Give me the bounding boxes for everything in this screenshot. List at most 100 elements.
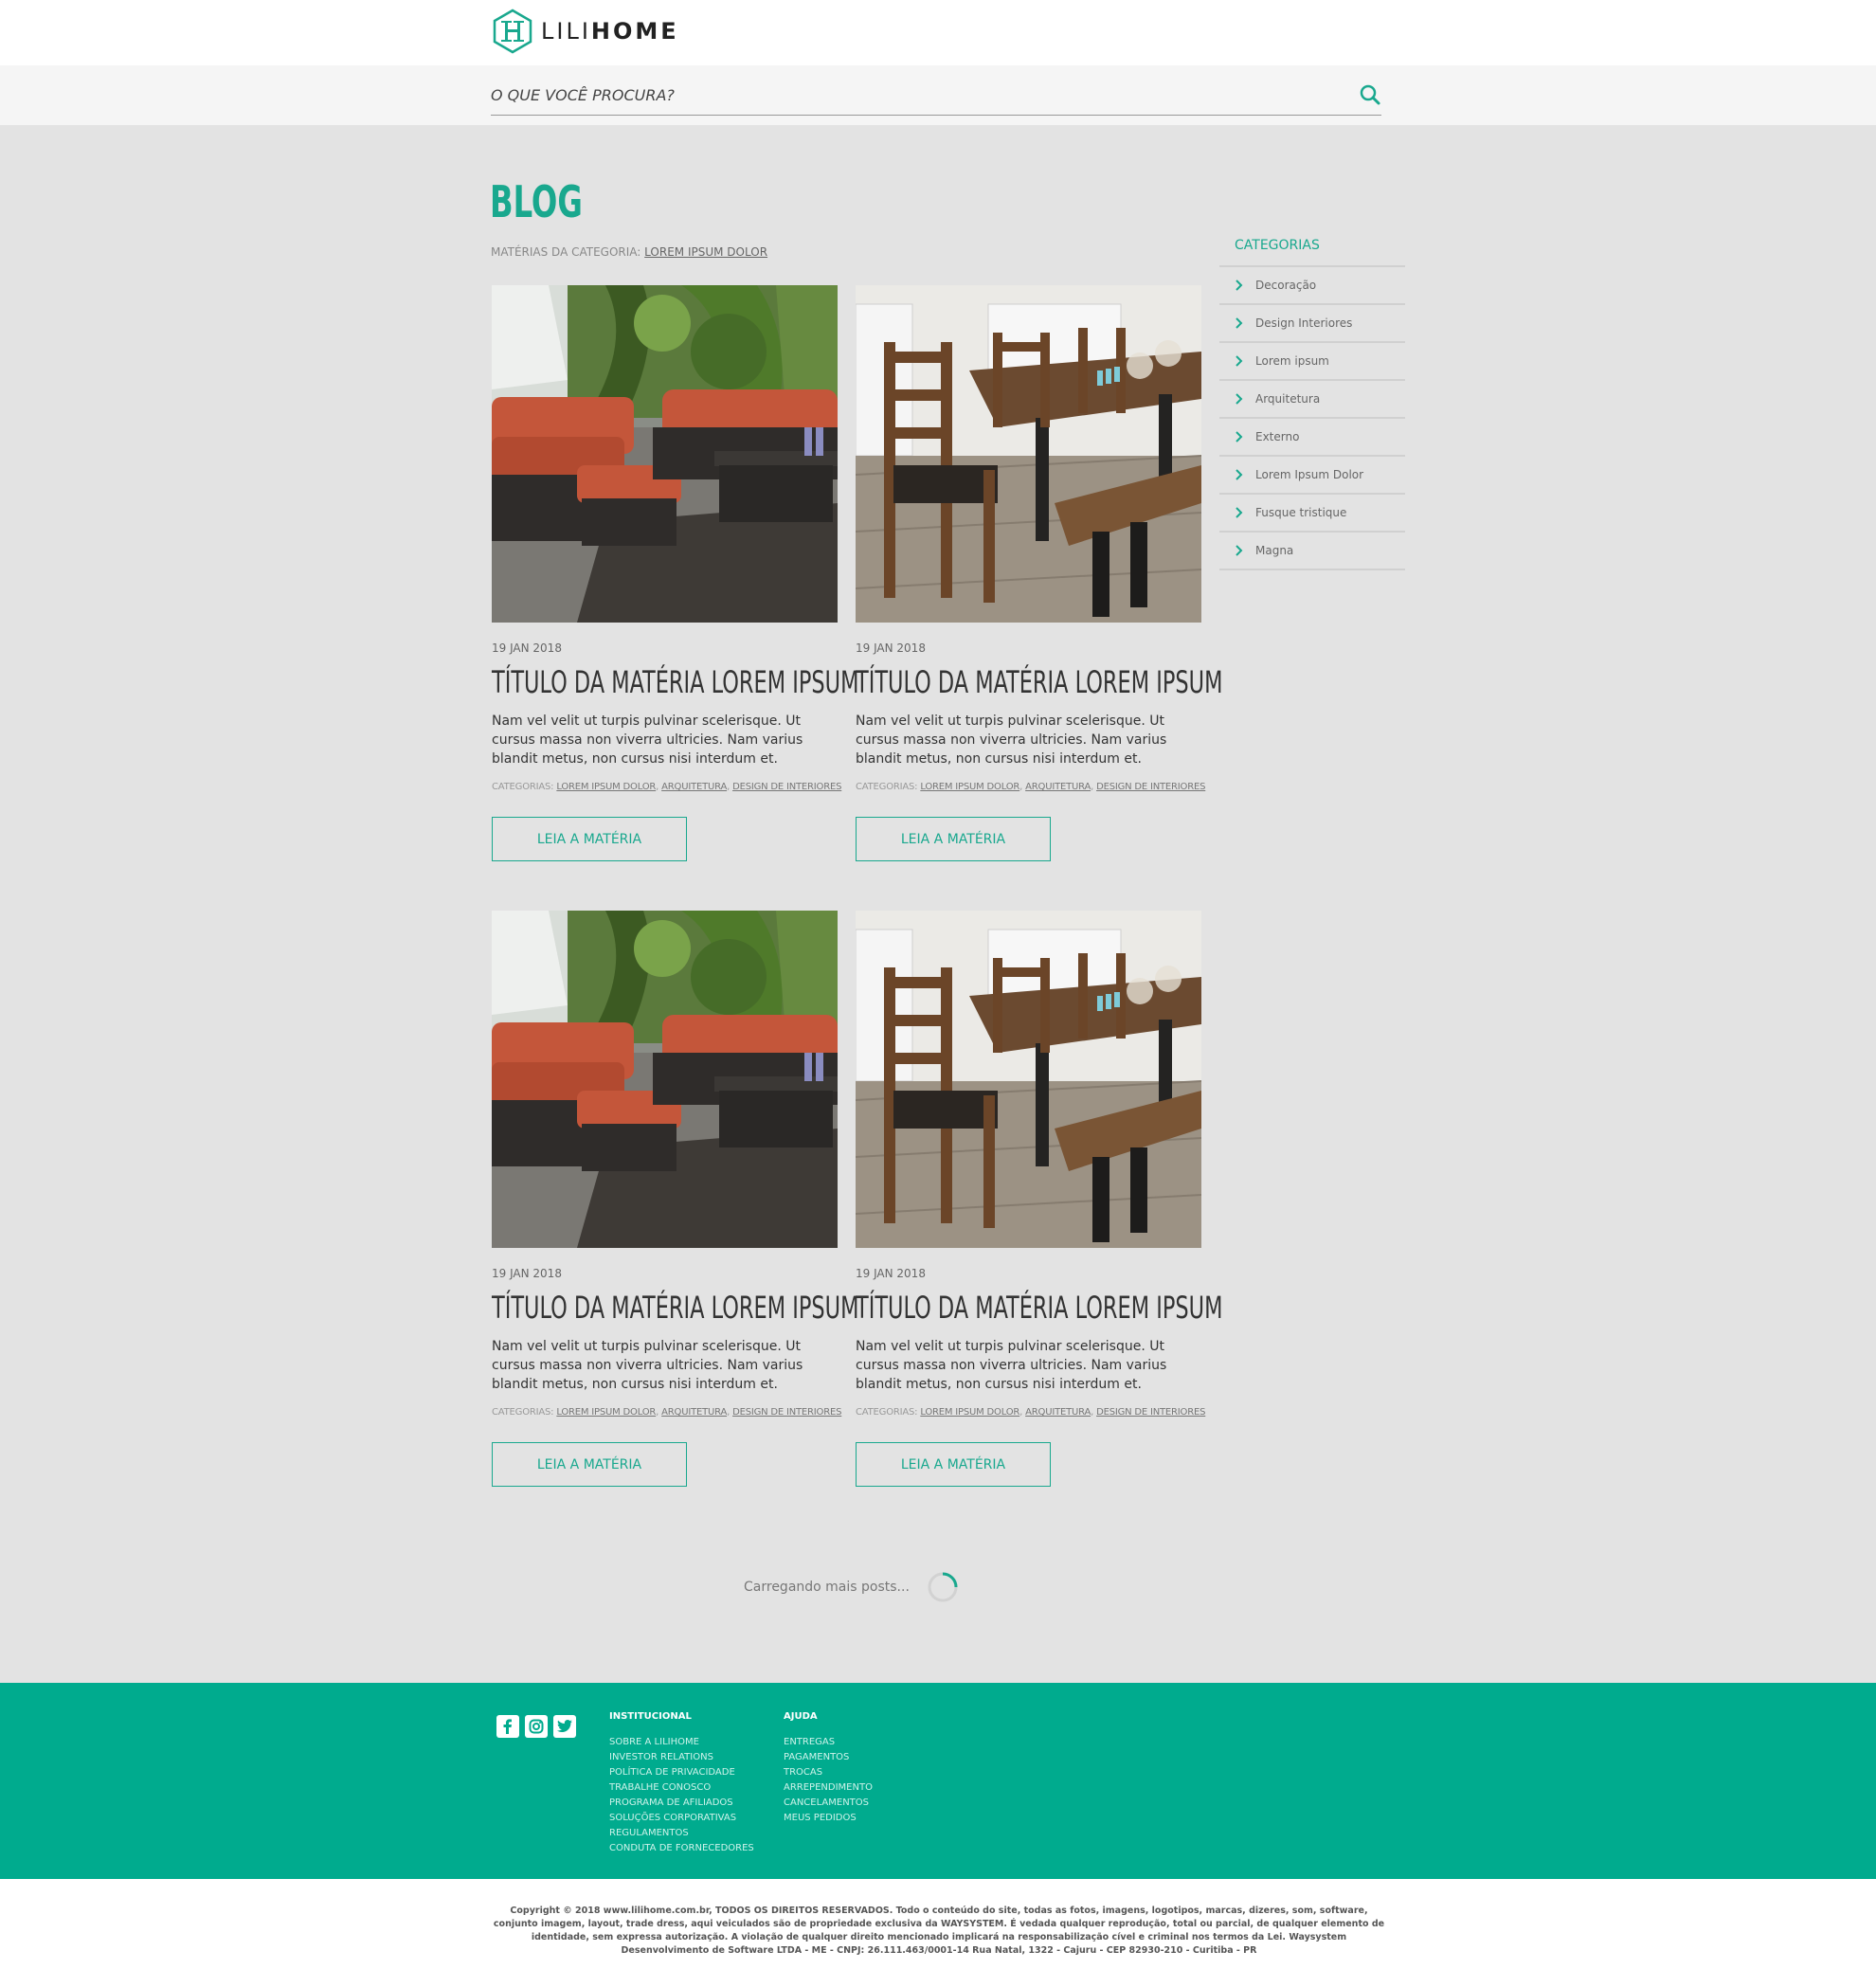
categories-sidebar: CATEGORIAS Decoração Design Interiores L… <box>1219 238 1405 570</box>
footer-col-title: INSTITUCIONAL <box>609 1711 692 1722</box>
post-excerpt: Nam vel velit ut turpis pulvinar sceleri… <box>856 1339 1167 1392</box>
post-category-link[interactable]: DESIGN DE INTERIORES <box>732 1407 841 1418</box>
read-article-button[interactable]: LEIA A MATÉRIA <box>492 1442 687 1487</box>
search-bar <box>0 65 1876 125</box>
post-categories: CATEGORIAS: LOREM IPSUM DOLOR, ARQUITETU… <box>492 1407 842 1418</box>
post-category-link[interactable]: LOREM IPSUM DOLOR <box>556 782 656 792</box>
footer-link[interactable]: PAGAMENTOS <box>784 1750 873 1765</box>
sidebar-item-label: Arquitetura <box>1255 392 1321 406</box>
sidebar-item-fusque-tristique[interactable]: Fusque tristique <box>1219 495 1405 533</box>
post-date: 19 JAN 2018 <box>492 641 562 655</box>
chevron-right-icon <box>1236 431 1243 443</box>
post-category-link[interactable]: LOREM IPSUM DOLOR <box>920 1407 1019 1418</box>
loader-text: Carregando mais posts... <box>744 1580 910 1595</box>
post-category-link[interactable]: DESIGN DE INTERIORES <box>1096 1407 1205 1418</box>
category-link[interactable]: LOREM IPSUM DOLOR <box>644 245 767 259</box>
post-title[interactable]: TÍTULO DA MATÉRIA LOREM IPSUM <box>856 664 1222 700</box>
chevron-right-icon <box>1236 469 1243 480</box>
post-card: 19 JAN 2018 TÍTULO DA MATÉRIA LOREM IPSU… <box>856 911 1222 1487</box>
post-image[interactable] <box>492 911 838 1248</box>
post-category-link[interactable]: ARQUITETURA <box>661 782 727 792</box>
post-category-link[interactable]: DESIGN DE INTERIORES <box>1096 782 1205 792</box>
social-links <box>496 1715 576 1738</box>
logo-text: LILIHOME <box>541 18 679 45</box>
search-icon[interactable] <box>1359 83 1381 106</box>
post-image[interactable] <box>856 285 1201 623</box>
chevron-right-icon <box>1236 317 1243 329</box>
instagram-icon[interactable] <box>525 1715 548 1738</box>
footer-link[interactable]: CONDUTA DE FORNECEDORES <box>609 1841 754 1856</box>
post-date: 19 JAN 2018 <box>492 1267 562 1280</box>
footer-link[interactable]: ENTREGAS <box>784 1735 873 1750</box>
twitter-icon[interactable] <box>553 1715 576 1738</box>
post-title[interactable]: TÍTULO DA MATÉRIA LOREM IPSUM <box>492 1290 858 1326</box>
post-image[interactable] <box>856 911 1201 1248</box>
footer-link[interactable]: SOLUÇÕES CORPORATIVAS <box>609 1811 754 1826</box>
post-category-link[interactable]: ARQUITETURA <box>661 1407 727 1418</box>
copyright-text: Copyright © 2018 www.lilihome.com.br, TO… <box>493 1906 1385 1956</box>
chevron-right-icon <box>1236 545 1243 556</box>
search-field-wrapper <box>491 76 1381 116</box>
site-footer: INSTITUCIONAL SOBRE A LILIHOME INVESTOR … <box>0 1683 1876 1879</box>
sidebar-item-decoracao[interactable]: Decoração <box>1219 267 1405 305</box>
post-categories-prefix: CATEGORIAS: <box>856 782 918 792</box>
post-image[interactable] <box>492 285 838 623</box>
page-title: BLOG <box>490 176 583 227</box>
post-category-link[interactable]: ARQUITETURA <box>1025 782 1091 792</box>
footer-link[interactable]: CANCELAMENTOS <box>784 1796 873 1811</box>
post-card: 19 JAN 2018 TÍTULO DA MATÉRIA LOREM IPSU… <box>492 911 858 1487</box>
category-prefix: MATÉRIAS DA CATEGORIA: <box>491 245 641 259</box>
sidebar-item-arquitetura[interactable]: Arquitetura <box>1219 381 1405 419</box>
post-categories: CATEGORIAS: LOREM IPSUM DOLOR, ARQUITETU… <box>856 782 1206 792</box>
sidebar-item-lorem-ipsum-dolor[interactable]: Lorem Ipsum Dolor <box>1219 457 1405 495</box>
sidebar-item-label: Magna <box>1255 544 1294 557</box>
site-logo[interactable]: LILIHOME <box>492 9 679 54</box>
footer-link[interactable]: POLÍTICA DE PRIVACIDADE <box>609 1765 754 1780</box>
sidebar-item-label: Design Interiores <box>1255 316 1353 330</box>
post-card: 19 JAN 2018 TÍTULO DA MATÉRIA LOREM IPSU… <box>856 285 1222 861</box>
read-article-button[interactable]: LEIA A MATÉRIA <box>856 1442 1051 1487</box>
post-categories-prefix: CATEGORIAS: <box>856 1407 918 1418</box>
sidebar-item-label: Externo <box>1255 430 1300 443</box>
footer-link[interactable]: TROCAS <box>784 1765 873 1780</box>
read-article-button[interactable]: LEIA A MATÉRIA <box>492 817 687 861</box>
post-excerpt: Nam vel velit ut turpis pulvinar sceleri… <box>492 1339 803 1392</box>
logo-hexagon-icon <box>493 9 532 54</box>
post-category-link[interactable]: LOREM IPSUM DOLOR <box>556 1407 656 1418</box>
sidebar-title: CATEGORIAS <box>1219 238 1405 267</box>
facebook-icon[interactable] <box>496 1715 519 1738</box>
post-category-link[interactable]: DESIGN DE INTERIORES <box>732 782 841 792</box>
post-excerpt: Nam vel velit ut turpis pulvinar sceleri… <box>492 714 803 767</box>
sidebar-item-design-interiores[interactable]: Design Interiores <box>1219 305 1405 343</box>
footer-col-title: AJUDA <box>784 1711 818 1722</box>
post-categories-prefix: CATEGORIAS: <box>492 782 554 792</box>
sidebar-item-label: Fusque tristique <box>1255 506 1347 519</box>
sidebar-item-externo[interactable]: Externo <box>1219 419 1405 457</box>
chevron-right-icon <box>1236 355 1243 367</box>
post-date: 19 JAN 2018 <box>856 641 926 655</box>
post-title[interactable]: TÍTULO DA MATÉRIA LOREM IPSUM <box>492 664 858 700</box>
post-category-link[interactable]: LOREM IPSUM DOLOR <box>920 782 1019 792</box>
post-categories: CATEGORIAS: LOREM IPSUM DOLOR, ARQUITETU… <box>492 782 842 792</box>
footer-col-ajuda: AJUDA ENTREGAS PAGAMENTOS TROCAS ARREPEN… <box>784 1711 873 1826</box>
sidebar-item-lorem-ipsum[interactable]: Lorem ipsum <box>1219 343 1405 381</box>
category-line: MATÉRIAS DA CATEGORIA: LOREM IPSUM DOLOR <box>491 245 767 259</box>
chevron-right-icon <box>1236 393 1243 405</box>
footer-link[interactable]: ARREPENDIMENTO <box>784 1780 873 1796</box>
footer-link[interactable]: MEUS PEDIDOS <box>784 1811 873 1826</box>
footer-link[interactable]: SOBRE A LILIHOME <box>609 1735 754 1750</box>
footer-link[interactable]: PROGRAMA DE AFILIADOS <box>609 1796 754 1811</box>
post-category-link[interactable]: ARQUITETURA <box>1025 1407 1091 1418</box>
post-excerpt: Nam vel velit ut turpis pulvinar sceleri… <box>856 714 1167 767</box>
footer-link[interactable]: TRABALHE CONOSCO <box>609 1780 754 1796</box>
sidebar-item-label: Lorem ipsum <box>1255 354 1329 368</box>
footer-link[interactable]: REGULAMENTOS <box>609 1826 754 1841</box>
post-card: 19 JAN 2018 TÍTULO DA MATÉRIA LOREM IPSU… <box>492 285 858 861</box>
sidebar-item-magna[interactable]: Magna <box>1219 533 1405 570</box>
post-title[interactable]: TÍTULO DA MATÉRIA LOREM IPSUM <box>856 1290 1222 1326</box>
post-categories-prefix: CATEGORIAS: <box>492 1407 554 1418</box>
spinner-icon <box>928 1572 958 1602</box>
read-article-button[interactable]: LEIA A MATÉRIA <box>856 817 1051 861</box>
search-input[interactable] <box>491 76 1325 114</box>
footer-link[interactable]: INVESTOR RELATIONS <box>609 1750 754 1765</box>
